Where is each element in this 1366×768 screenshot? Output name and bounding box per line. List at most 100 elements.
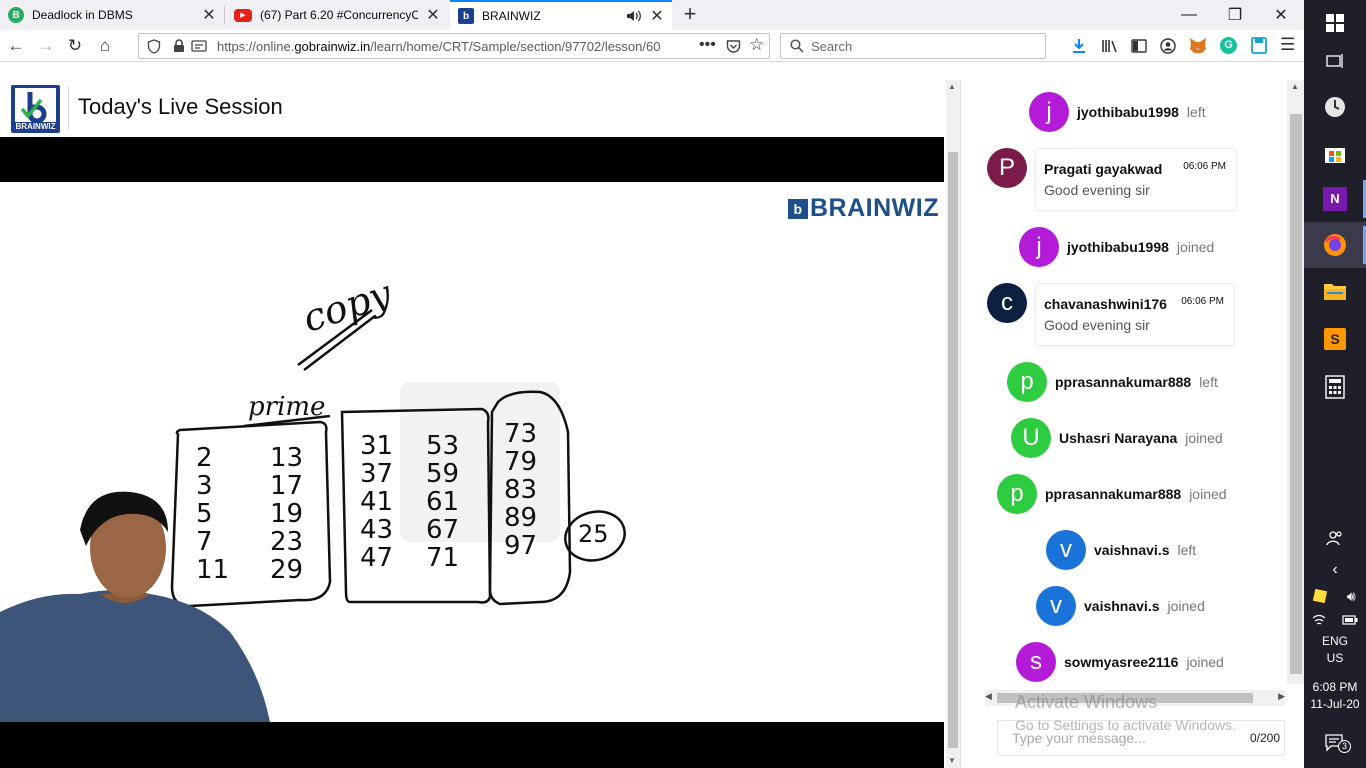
scrollbar-thumb[interactable]	[997, 693, 1253, 703]
bookmark-star-icon[interactable]: ☆	[749, 35, 764, 55]
header-divider	[68, 86, 69, 130]
home-button[interactable]: ⌂	[93, 34, 117, 58]
page-scrollbar[interactable]: ▲ ▼	[946, 80, 960, 768]
volume-icon[interactable]: 🔊︎	[1347, 588, 1356, 605]
sticky-notes-icon[interactable]	[1313, 588, 1328, 604]
chat-event: v vaishnavi.s left	[1046, 530, 1196, 570]
chat-event: j jyothibabu1998 joined	[1019, 227, 1214, 267]
taskbar-onenote-app[interactable]: N	[1304, 176, 1366, 222]
reload-button[interactable]: ↻	[63, 34, 87, 58]
minimize-button[interactable]: —	[1166, 0, 1212, 30]
chat-event-action: joined	[1189, 486, 1227, 502]
chat-message: P	[987, 148, 1027, 188]
back-button[interactable]: ←	[4, 34, 28, 58]
avatar: p	[1007, 362, 1047, 402]
avatar: v	[1046, 530, 1086, 570]
tab-deadlock[interactable]: B Deadlock in DBMS ✕	[0, 0, 224, 30]
prime-number: 71	[426, 543, 460, 573]
logo-caption: BRAINWIZ	[15, 122, 56, 131]
tab-brainwiz[interactable]: b BRAINWIZ ✕	[450, 0, 672, 30]
search-icon	[790, 39, 804, 53]
menu-icon[interactable]: ☰	[1280, 35, 1295, 55]
scroll-down-icon[interactable]: ▼	[948, 756, 956, 765]
folder-icon	[1324, 284, 1346, 300]
pocket-icon[interactable]	[726, 39, 741, 54]
calculator-icon	[1325, 375, 1345, 399]
prime-number: 79	[504, 447, 538, 477]
task-view-button[interactable]	[1304, 38, 1366, 84]
word-prime: prime	[248, 392, 326, 422]
taskbar-sublime-app[interactable]: S	[1304, 316, 1366, 362]
speaker-icon[interactable]	[626, 9, 642, 23]
save-extension-icon[interactable]	[1251, 37, 1267, 54]
page-info-icon[interactable]	[191, 40, 207, 53]
live-video-player[interactable]: b BRAINWIZ copy prime 2 3 5 7 11 13 17 1…	[0, 137, 944, 768]
scroll-right-icon[interactable]: ▶	[1278, 691, 1285, 702]
input-region[interactable]: US	[1304, 651, 1366, 665]
scrollbar-thumb[interactable]	[948, 152, 958, 748]
close-window-button[interactable]: ✕	[1258, 0, 1304, 30]
url-domain: gobrainwiz.in	[294, 39, 371, 54]
forward-button[interactable]: →	[34, 34, 58, 58]
battery-icon[interactable]	[1342, 615, 1358, 625]
browser-tab-bar: B Deadlock in DBMS ✕ ▶ (67) Part 6.20 #C…	[0, 0, 1304, 30]
url-text[interactable]: https://online.gobrainwiz.in/learn/home/…	[217, 39, 693, 54]
prime-number: 2	[196, 443, 213, 473]
close-tab-icon[interactable]: ✕	[650, 6, 664, 26]
chat-username: vaishnavi.s	[1084, 598, 1160, 614]
account-icon[interactable]	[1160, 38, 1176, 54]
shield-icon[interactable]	[147, 39, 161, 54]
chevron-left-icon: ‹	[1332, 561, 1338, 578]
prime-number: 59	[426, 459, 460, 489]
chat-username: chavanashwini176	[1044, 296, 1167, 312]
chat-input-field[interactable]	[1012, 730, 1242, 746]
sidebar-icon[interactable]	[1131, 38, 1147, 54]
metamask-fox-icon[interactable]	[1189, 37, 1207, 54]
lock-icon[interactable]	[173, 39, 185, 53]
search-bar[interactable]: Search	[780, 33, 1046, 59]
taskbar-calculator-app[interactable]	[1304, 364, 1366, 410]
close-tab-icon[interactable]: ✕	[426, 5, 440, 25]
grammarly-icon[interactable]: G	[1220, 37, 1237, 54]
windows-taskbar: N S ‹ 🔊︎ ENG US 6:08 PM 11-Jul-20 3	[1304, 0, 1366, 768]
close-tab-icon[interactable]: ✕	[202, 5, 216, 25]
library-icon[interactable]	[1101, 38, 1119, 54]
chat-scrollbar[interactable]: ▲	[1287, 80, 1305, 684]
scroll-left-icon[interactable]: ◀	[985, 691, 992, 702]
scroll-up-icon[interactable]: ▲	[1291, 82, 1299, 91]
tab-youtube[interactable]: ▶ (67) Part 6.20 #ConcurrencyCon ✕	[226, 0, 448, 30]
prime-column: 53 59 61 67 71	[426, 432, 476, 572]
chat-horizontal-scrollbar[interactable]: ◀ ▶	[985, 690, 1285, 706]
page-actions-icon[interactable]: •••	[699, 36, 716, 54]
page-title: Today's Live Session	[78, 94, 283, 119]
prime-number: 43	[360, 515, 394, 545]
address-bar[interactable]: https://online.gobrainwiz.in/learn/home/…	[138, 33, 770, 59]
clock-date[interactable]: 11-Jul-20	[1304, 697, 1366, 711]
chat-event-action: joined	[1167, 598, 1205, 614]
tab-title: Deadlock in DBMS	[32, 8, 133, 22]
action-center-button[interactable]: 3	[1304, 720, 1366, 766]
scroll-up-icon[interactable]: ▲	[948, 82, 956, 91]
input-language[interactable]: ENG	[1304, 634, 1366, 648]
taskbar-clock-app[interactable]	[1304, 84, 1366, 130]
taskbar-firefox-app[interactable]	[1304, 222, 1366, 268]
scrollbar-thumb[interactable]	[1290, 114, 1302, 674]
taskbar-file-explorer[interactable]	[1304, 268, 1366, 314]
chat-event: U Ushasri Narayana joined	[1011, 418, 1223, 458]
avatar: U	[1011, 418, 1051, 458]
new-tab-button[interactable]: +	[678, 3, 702, 27]
store-icon	[1325, 148, 1345, 163]
clock-time[interactable]: 6:08 PM	[1304, 680, 1366, 694]
chat-message-input[interactable]: 0/200	[997, 720, 1285, 756]
avatar: s	[1016, 642, 1056, 682]
task-view-icon	[1326, 54, 1343, 68]
avatar: j	[1019, 227, 1059, 267]
maximize-button[interactable]: ❐	[1212, 0, 1258, 30]
sublime-text-icon: S	[1324, 328, 1346, 350]
download-icon[interactable]	[1071, 38, 1087, 54]
prime-number: 13	[270, 443, 304, 473]
wifi-icon[interactable]	[1312, 614, 1326, 626]
taskbar-store-app[interactable]	[1304, 130, 1366, 176]
brainwiz-logo[interactable]: BRAINWIZ	[11, 85, 60, 133]
chat-panel: j jyothibabu1998 left P Pragati gayakwad…	[960, 80, 1305, 768]
